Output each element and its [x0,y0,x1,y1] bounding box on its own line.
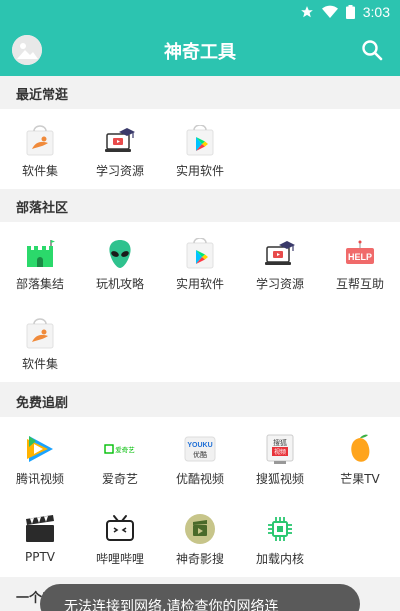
wifi-icon [321,5,338,19]
tile-tencent-video[interactable]: 腾讯视频 [0,417,80,497]
tile-useful-software[interactable]: 实用软件 [160,222,240,302]
movie-search-icon [185,514,215,544]
shopping-bag-icon [26,318,54,349]
search-icon[interactable] [360,38,384,62]
iqiyi-logo-text: 爱奇艺 [115,445,135,454]
tile-label: 学习资源 [255,277,304,291]
status-bar: 3:03 [0,0,400,24]
network-error-toast: 无法连接到网络,请检查你的网络连 [40,584,360,611]
section-header-community: 部落社区 [0,189,400,222]
tile-label: 哔哩哔哩 [95,552,144,566]
section-recent: 软件集 学习资源 实用软件 [0,109,400,189]
tile-label: 搜狐视频 [255,472,304,486]
castle-icon [27,240,55,267]
graduation-laptop-icon [265,241,295,265]
tile-tribe-gathering[interactable]: 部落集结 [0,222,80,302]
section-title: 免费追剧 [16,396,69,411]
toast-message: 无法连接到网络,请检查你的网络连 [64,599,279,611]
sohu-logo-sub: 视频 [274,448,286,456]
tile-label: 实用软件 [175,164,224,178]
tile-sohu-video[interactable]: 搜狐 视频 搜狐视频 [240,417,320,497]
tile-label: 神奇影搜 [175,552,224,566]
tile-useful-software[interactable]: 实用软件 [160,109,240,189]
chip-icon [268,517,292,541]
section-free-drama: 腾讯视频 爱奇艺 爱奇艺 YOUKU 优酷 优酷视频 搜狐 视频 搜狐视频 芒果… [0,417,400,577]
status-time: 3:03 [362,4,390,20]
tile-label: 腾讯视频 [15,472,64,486]
tile-software-collection[interactable]: 软件集 [0,109,80,189]
sohu-logo-text: 搜狐 [273,438,287,447]
tile-label: 玩机攻略 [95,277,144,291]
tile-label: 部落集结 [15,277,64,291]
play-store-icon [186,125,214,156]
help-sign-icon: HELP [346,240,374,264]
tile-iqiyi[interactable]: 爱奇艺 爱奇艺 [80,417,160,497]
alien-icon [109,240,131,268]
tile-label: PPTV [24,550,55,564]
tile-magic-movie-search[interactable]: 神奇影搜 [160,497,240,577]
tile-label: 学习资源 [95,164,144,178]
youku-logo-sub: 优酷 [193,450,207,459]
tile-software-collection[interactable]: 软件集 [0,302,80,382]
tencent-video-icon [27,436,53,462]
play-store-icon [186,238,214,269]
tile-label: 爱奇艺 [101,472,138,486]
tile-label: 实用软件 [175,277,224,291]
section-title: 最近常逛 [16,88,69,103]
mango-icon [351,434,370,462]
tile-youku-video[interactable]: YOUKU 优酷 优酷视频 [160,417,240,497]
tile-bilibili[interactable]: 哔哩哔哩 [80,497,160,577]
youku-logo-text: YOUKU [187,442,212,449]
section-community: 部落集结 玩机攻略 实用软件 学习资源 HELP 互帮互助 软件集 [0,222,400,382]
iqiyi-icon: 爱奇艺 [104,443,136,455]
tile-load-kernel[interactable]: 加载内核 [240,497,320,577]
clapperboard-icon [26,515,54,542]
youku-icon: YOUKU 优酷 [184,436,216,462]
battery-icon [345,5,355,19]
app-bar: 神奇工具 [0,24,400,76]
star-icon [300,6,313,18]
tile-gaming-guide[interactable]: 玩机攻略 [80,222,160,302]
tile-learning-resources[interactable]: 学习资源 [80,109,160,189]
tile-label: 优酷视频 [175,472,224,486]
tile-mango-tv[interactable]: 芒果TV [320,417,400,497]
tile-label: 加载内核 [255,552,304,566]
help-sign-text: HELP [348,252,372,262]
tile-label: 互帮互助 [335,277,384,291]
page-title: 神奇工具 [164,42,236,63]
tile-mutual-help[interactable]: HELP 互帮互助 [320,222,400,302]
sohu-video-icon: 搜狐 视频 [266,434,294,464]
tile-learning-resources[interactable]: 学习资源 [240,222,320,302]
tile-label: 软件集 [21,357,58,371]
graduation-laptop-icon [105,128,135,152]
section-header-recent: 最近常逛 [0,76,400,109]
bilibili-tv-icon [106,515,134,541]
section-header-free-drama: 免费追剧 [0,384,400,417]
tile-label: 软件集 [21,164,58,178]
section-title: 部落社区 [16,201,69,216]
shopping-bag-icon [26,125,54,156]
tile-label: 芒果TV [340,472,380,486]
tile-pptv[interactable]: PPTV [0,497,80,577]
